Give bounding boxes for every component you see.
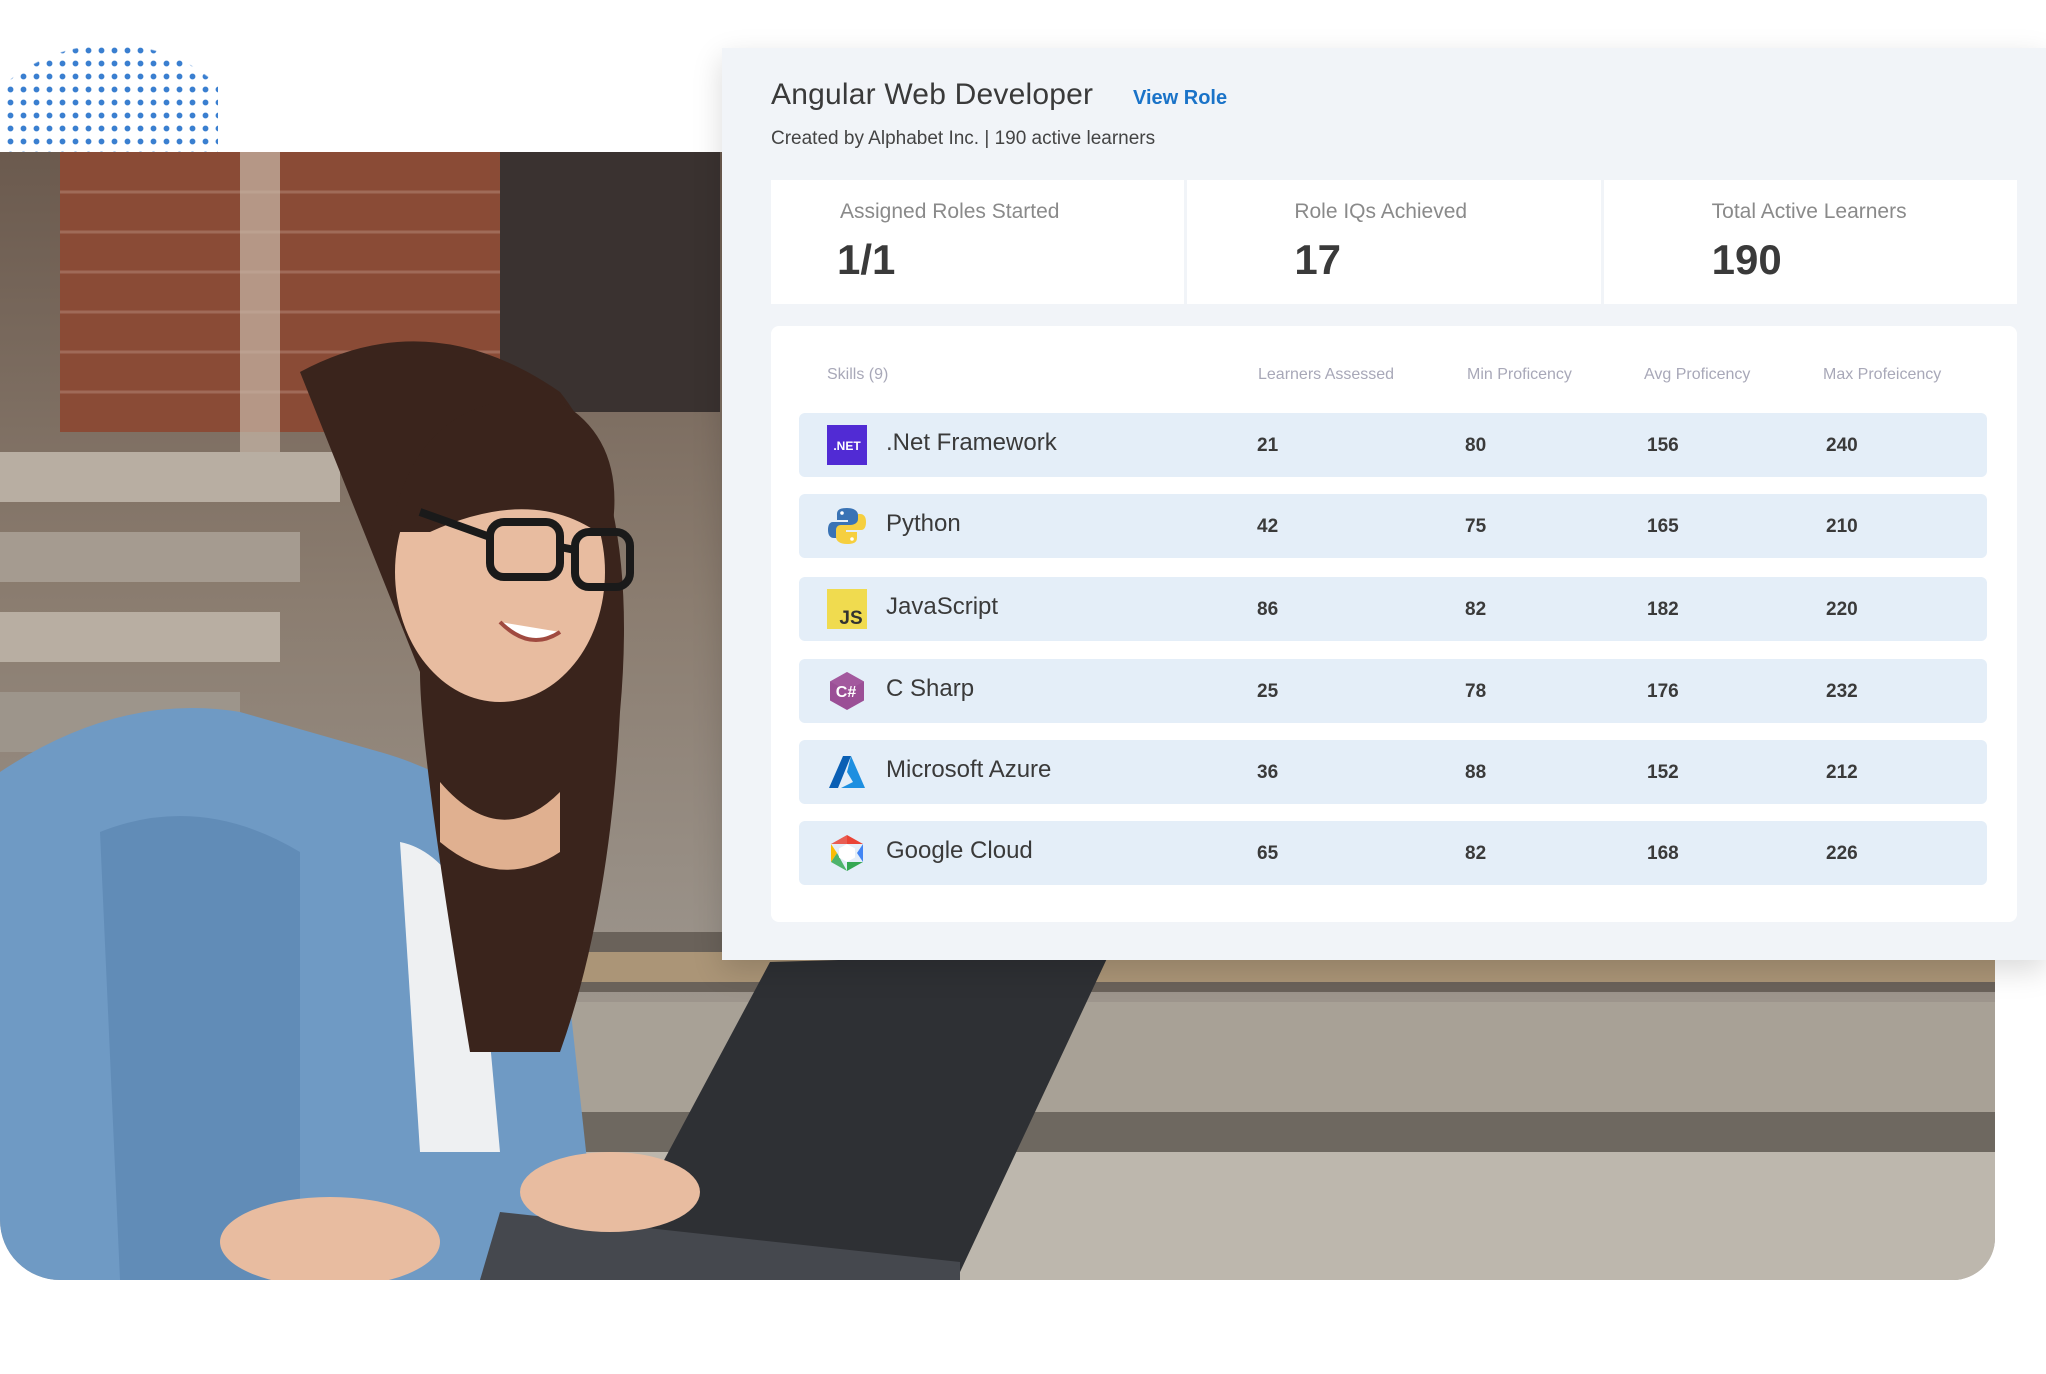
learners-assessed-value: 86 xyxy=(1257,599,1279,620)
avg-proficiency-value: 168 xyxy=(1647,843,1679,864)
min-proficiency-value: 80 xyxy=(1465,435,1487,456)
skills-table: Skills (9) Learners Assessed Min Profice… xyxy=(771,326,2017,922)
stat-label: Total Active Learners xyxy=(1711,200,1907,223)
stat-active-learners: Total Active Learners 190 xyxy=(1603,180,2017,304)
header-min-proficiency: Min Proficency xyxy=(1467,366,1572,383)
min-proficiency-value: 88 xyxy=(1465,762,1487,783)
stat-assigned-roles: Assigned Roles Started 1/1 xyxy=(771,180,1185,304)
max-proficiency-value: 240 xyxy=(1826,435,1858,456)
stat-label: Role IQs Achieved xyxy=(1294,200,1468,223)
learners-assessed-value: 25 xyxy=(1257,681,1279,702)
stat-value: 17 xyxy=(1294,236,1342,283)
google-cloud-icon xyxy=(827,833,867,873)
role-subtitle: Created by Alphabet Inc. | 190 active le… xyxy=(771,128,1156,149)
min-proficiency-value: 78 xyxy=(1465,681,1487,702)
header-avg-proficiency: Avg Proficency xyxy=(1644,366,1751,383)
avg-proficiency-value: 182 xyxy=(1647,599,1679,620)
table-row[interactable]: Python 42 75 165 210 xyxy=(799,494,1987,558)
avg-proficiency-value: 152 xyxy=(1647,762,1679,783)
dotnet-icon: .NET xyxy=(827,425,867,465)
max-proficiency-value: 212 xyxy=(1826,762,1858,783)
avg-proficiency-value: 156 xyxy=(1647,435,1679,456)
view-role-link[interactable]: View Role xyxy=(1133,87,1227,110)
python-icon xyxy=(827,506,867,546)
skill-name: .Net Framework xyxy=(886,429,1057,456)
table-row[interactable]: Microsoft Azure 36 88 152 212 xyxy=(799,740,1987,804)
javascript-icon: JS xyxy=(827,589,867,629)
skill-name: JavaScript xyxy=(886,593,999,620)
max-proficiency-value: 220 xyxy=(1826,599,1858,620)
max-proficiency-value: 226 xyxy=(1826,843,1858,864)
skill-name: Google Cloud xyxy=(886,837,1033,864)
avg-proficiency-value: 165 xyxy=(1647,516,1679,537)
max-proficiency-value: 210 xyxy=(1826,516,1858,537)
role-panel: Angular Web Developer View Role Created … xyxy=(722,48,2046,960)
min-proficiency-value: 75 xyxy=(1465,516,1487,537)
min-proficiency-value: 82 xyxy=(1465,843,1487,864)
stat-value: 190 xyxy=(1711,236,1782,283)
azure-icon xyxy=(827,752,867,792)
learners-assessed-value: 65 xyxy=(1257,843,1279,864)
stat-role-iqs: Role IQs Achieved 17 xyxy=(1187,180,1601,304)
table-row[interactable]: .NET .Net Framework 21 80 156 240 xyxy=(799,413,1987,477)
svg-text:JS: JS xyxy=(839,608,862,629)
min-proficiency-value: 82 xyxy=(1465,599,1487,620)
table-row[interactable]: JS JavaScript 86 82 182 220 xyxy=(799,577,1987,641)
stats-bar: Assigned Roles Started 1/1 Role IQs Achi… xyxy=(771,180,2017,304)
csharp-icon: C# xyxy=(827,671,867,711)
learners-assessed-value: 36 xyxy=(1257,762,1279,783)
role-title: Angular Web Developer xyxy=(771,78,1094,111)
skill-name: Microsoft Azure xyxy=(886,756,1052,783)
skill-name: Python xyxy=(886,510,961,537)
svg-text:C#: C# xyxy=(836,684,857,701)
header-skills: Skills (9) xyxy=(827,366,889,383)
max-proficiency-value: 232 xyxy=(1826,681,1858,702)
learners-assessed-value: 42 xyxy=(1257,516,1279,537)
svg-text:.NET: .NET xyxy=(833,439,861,453)
stat-label: Assigned Roles Started xyxy=(840,200,1060,223)
learners-assessed-value: 21 xyxy=(1257,435,1279,456)
skill-name: C Sharp xyxy=(886,675,975,702)
table-row[interactable]: C# C Sharp 25 78 176 232 xyxy=(799,659,1987,723)
header-max-proficiency: Max Profeicency xyxy=(1823,366,1942,383)
table-row[interactable]: Google Cloud 65 82 168 226 xyxy=(799,821,1987,885)
stat-value: 1/1 xyxy=(837,236,896,283)
header-learners-assessed: Learners Assessed xyxy=(1258,366,1395,383)
avg-proficiency-value: 176 xyxy=(1647,681,1679,702)
